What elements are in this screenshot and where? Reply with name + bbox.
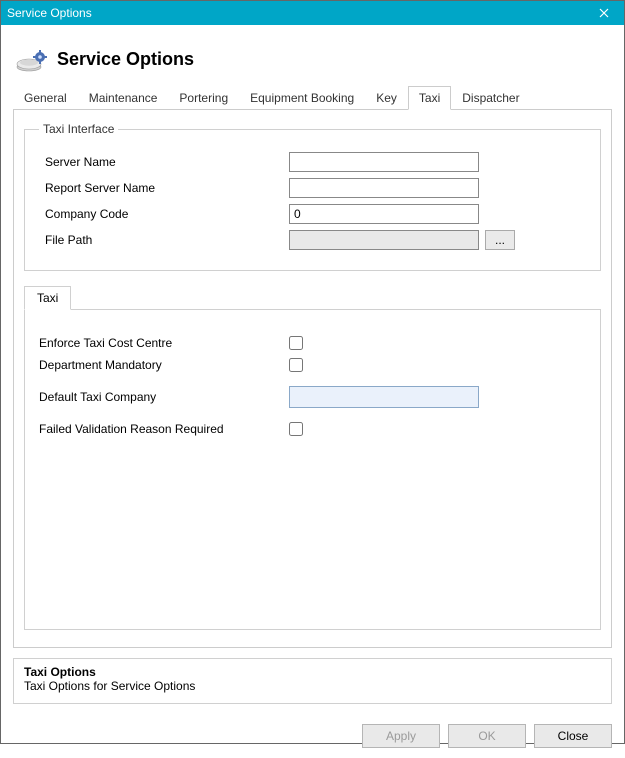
tab-maintenance[interactable]: Maintenance bbox=[78, 86, 169, 110]
enforce-cost-centre-checkbox[interactable] bbox=[289, 336, 303, 350]
ok-button[interactable]: OK bbox=[448, 724, 526, 748]
file-path-label: File Path bbox=[39, 233, 289, 247]
failed-validation-checkbox[interactable] bbox=[289, 422, 303, 436]
window-title: Service Options bbox=[7, 6, 92, 20]
server-name-input[interactable] bbox=[289, 152, 479, 172]
description-title: Taxi Options bbox=[24, 665, 601, 679]
close-button[interactable]: Close bbox=[534, 724, 612, 748]
enforce-cost-centre-label: Enforce Taxi Cost Centre bbox=[39, 336, 289, 350]
failed-validation-label: Failed Validation Reason Required bbox=[39, 422, 289, 436]
tab-taxi[interactable]: Taxi bbox=[408, 86, 451, 110]
taxi-interface-group: Taxi Interface Server Name Report Server… bbox=[24, 122, 601, 271]
department-mandatory-label: Department Mandatory bbox=[39, 358, 289, 372]
taxi-interface-legend: Taxi Interface bbox=[39, 122, 118, 136]
tab-key[interactable]: Key bbox=[365, 86, 408, 110]
company-code-input[interactable] bbox=[289, 204, 479, 224]
page-title: Service Options bbox=[57, 49, 194, 70]
close-icon[interactable] bbox=[584, 1, 624, 25]
default-company-label: Default Taxi Company bbox=[39, 390, 289, 404]
tab-equipment-booking[interactable]: Equipment Booking bbox=[239, 86, 365, 110]
page-header: Service Options bbox=[15, 43, 612, 75]
description-box: Taxi Options Taxi Options for Service Op… bbox=[13, 658, 612, 704]
apply-button[interactable]: Apply bbox=[362, 724, 440, 748]
gears-icon bbox=[15, 43, 47, 75]
tab-portering[interactable]: Portering bbox=[168, 86, 239, 110]
department-mandatory-checkbox[interactable] bbox=[289, 358, 303, 372]
tab-general[interactable]: General bbox=[13, 86, 78, 110]
file-path-input[interactable] bbox=[289, 230, 479, 250]
description-text: Taxi Options for Service Options bbox=[24, 679, 601, 693]
browse-button[interactable]: ... bbox=[485, 230, 515, 250]
report-server-name-input[interactable] bbox=[289, 178, 479, 198]
inner-tab-taxi[interactable]: Taxi bbox=[24, 286, 71, 310]
report-server-name-label: Report Server Name bbox=[39, 181, 289, 195]
inner-tabs: Taxi bbox=[24, 285, 601, 310]
tab-dispatcher[interactable]: Dispatcher bbox=[451, 86, 530, 110]
footer: Apply OK Close bbox=[1, 714, 624, 758]
main-tabs: General Maintenance Portering Equipment … bbox=[13, 85, 612, 110]
company-code-label: Company Code bbox=[39, 207, 289, 221]
tab-panel-taxi: Taxi Interface Server Name Report Server… bbox=[13, 110, 612, 648]
inner-panel-taxi: Enforce Taxi Cost Centre Department Mand… bbox=[24, 310, 601, 630]
titlebar: Service Options bbox=[1, 1, 624, 25]
server-name-label: Server Name bbox=[39, 155, 289, 169]
default-company-input[interactable] bbox=[289, 386, 479, 408]
